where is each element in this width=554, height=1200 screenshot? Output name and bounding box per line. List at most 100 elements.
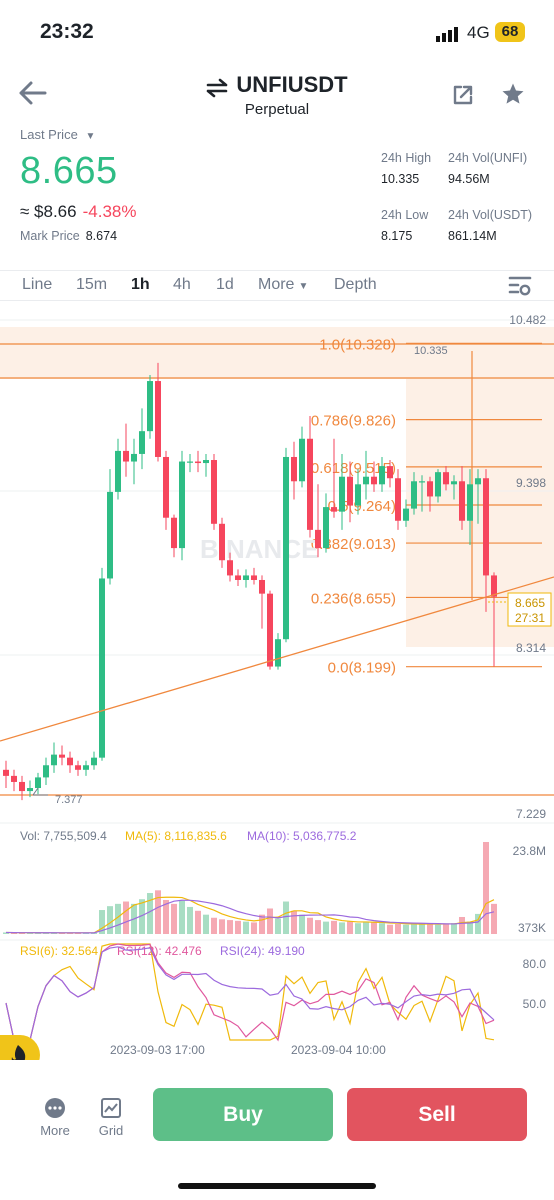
status-bar: 23:32 4G 68 xyxy=(0,0,554,66)
high-value: 10.335 xyxy=(381,172,420,186)
low-value: 8.175 xyxy=(381,229,413,243)
fiat-price: ≈ $8.66 xyxy=(20,202,77,221)
share-icon[interactable] xyxy=(452,84,474,106)
favorite-star-icon[interactable] xyxy=(501,82,525,106)
volume-bar xyxy=(307,917,313,934)
fib-level-label: 0.5(9.264) xyxy=(328,498,396,515)
candle-body xyxy=(147,381,153,432)
last-price-label[interactable]: Last Price ▼ xyxy=(20,127,95,142)
more-button[interactable]: More xyxy=(34,1096,76,1138)
candle-body xyxy=(355,484,361,506)
high-label: 24h High xyxy=(381,151,432,165)
rsi-axis-label: 50.0 xyxy=(523,997,547,1011)
tab-4h[interactable]: 4h xyxy=(173,276,191,294)
candle-body xyxy=(59,754,65,758)
low-label: 24h Low xyxy=(381,208,429,222)
chart-settings-icon[interactable] xyxy=(508,275,532,297)
candle-body xyxy=(331,507,337,512)
candle-body xyxy=(83,765,89,770)
tab-more[interactable]: More ▼ xyxy=(258,276,308,294)
candle-body xyxy=(155,381,161,457)
price-change: -4.38% xyxy=(82,202,137,221)
volume-bar xyxy=(483,842,489,934)
candle-body xyxy=(323,507,329,549)
status-time: 23:32 xyxy=(40,20,94,43)
fiat-price-row: ≈ $8.66 -4.38% xyxy=(20,202,136,222)
volume-bar xyxy=(251,922,257,934)
candle-body xyxy=(483,478,489,576)
network-label: 4G xyxy=(467,23,490,42)
candle-body xyxy=(435,472,441,497)
candle-body xyxy=(163,456,169,518)
candle-body xyxy=(403,508,409,521)
sell-button[interactable]: Sell xyxy=(347,1088,527,1141)
candle-body xyxy=(75,765,81,770)
volume-axis-label: 23.8M xyxy=(513,844,546,858)
candle-body xyxy=(115,450,121,492)
volume-bar xyxy=(443,923,449,934)
candlestick-chart[interactable]: 1.0(10.328)0.786(9.826)0.618(9.515)0.5(9… xyxy=(0,305,554,1060)
candle-body xyxy=(3,769,9,776)
volume-bar xyxy=(435,924,441,934)
watermark: BINANCE xyxy=(200,534,318,564)
time-axis-label: 2023-09-04 10:00 xyxy=(291,1043,386,1057)
trend-line xyxy=(0,576,554,742)
candle-body xyxy=(91,757,97,766)
grid-button[interactable]: Grid xyxy=(90,1096,132,1138)
tab-1h[interactable]: 1h xyxy=(131,276,150,294)
candle-body xyxy=(243,575,249,580)
volume-bar xyxy=(379,923,385,934)
volume-bar xyxy=(275,918,281,934)
candle-body xyxy=(363,476,369,485)
candle-body xyxy=(27,788,33,792)
volume-bar xyxy=(491,903,497,934)
volume-bar xyxy=(155,890,161,934)
volume-bar xyxy=(355,923,361,934)
time-axis-label: 2023-09-03 17:00 xyxy=(110,1043,205,1057)
candle-body xyxy=(347,476,353,506)
volume-bar xyxy=(291,910,297,934)
fib-level-label: 1.0(10.328) xyxy=(319,336,396,353)
rsi-axis-label: 80.0 xyxy=(523,957,547,971)
volume-bar xyxy=(123,901,129,934)
candle-body xyxy=(251,575,257,580)
volume-bar xyxy=(419,923,425,934)
volume-bar xyxy=(243,921,249,934)
candle-body xyxy=(299,438,305,482)
more-dots-icon xyxy=(45,1098,65,1118)
candle-body xyxy=(459,481,465,521)
volume-bar xyxy=(219,919,225,934)
volume-bar xyxy=(395,923,401,934)
volume-bar xyxy=(283,901,289,934)
last-price: 8.665 xyxy=(20,150,118,192)
volume-bar xyxy=(203,914,209,934)
candle-body xyxy=(387,466,393,479)
buy-button[interactable]: Buy xyxy=(153,1088,333,1141)
volume-bar xyxy=(411,923,417,934)
candle-body xyxy=(443,472,449,485)
vol-quote-label: 24h Vol(USDT) xyxy=(448,208,533,222)
volume-bar xyxy=(459,916,465,934)
candle-body xyxy=(195,461,201,464)
tab-1d[interactable]: 1d xyxy=(216,276,234,294)
candle-body xyxy=(419,481,425,483)
volume-bar xyxy=(107,906,113,934)
vol-base-label: 24h Vol(UNFI) xyxy=(448,151,528,165)
volume-bar xyxy=(371,922,377,934)
tab-15m[interactable]: 15m xyxy=(76,276,107,294)
candle-body xyxy=(235,575,241,580)
candle-body xyxy=(379,466,385,485)
low-marker-label: 7.377 xyxy=(55,794,83,806)
volume-bar xyxy=(259,914,265,934)
vol-quote-value: 861.14M xyxy=(448,229,497,243)
symbol-name: UNFIUSDT xyxy=(236,72,348,97)
candle-body xyxy=(259,579,265,594)
candle-body xyxy=(35,777,41,789)
rsi24-label: RSI(24): 49.190 xyxy=(220,944,305,958)
grid-label: Grid xyxy=(98,1123,124,1138)
volume-bar xyxy=(403,924,409,934)
volume-bar xyxy=(339,922,345,934)
tab-depth[interactable]: Depth xyxy=(334,276,377,294)
candle-body xyxy=(283,456,289,640)
tab-line[interactable]: Line xyxy=(22,276,52,294)
